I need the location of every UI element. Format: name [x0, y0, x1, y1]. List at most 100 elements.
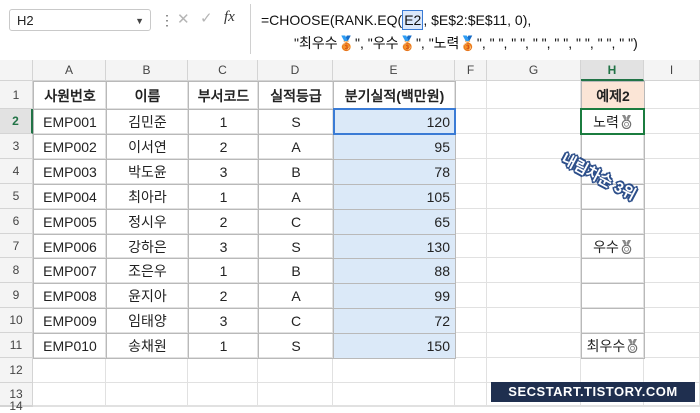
row-header-14[interactable]: 14	[0, 400, 33, 412]
table-cell[interactable]: 임태양	[106, 308, 189, 334]
grid-cell[interactable]	[644, 184, 700, 209]
table-cell[interactable]: EMP008	[33, 283, 107, 309]
grid-cell[interactable]	[455, 209, 487, 234]
row-header-1[interactable]: 1	[0, 81, 33, 109]
table-cell[interactable]: 2	[188, 209, 259, 235]
grid-cell[interactable]	[258, 358, 333, 383]
insert-function-icon[interactable]: fx	[224, 9, 235, 26]
grid-cell[interactable]	[487, 184, 581, 209]
table-cell[interactable]: 정시우	[106, 209, 189, 235]
row-header-8[interactable]: 8	[0, 258, 33, 283]
grid-cell[interactable]	[581, 406, 644, 407]
grid-cell[interactable]	[33, 358, 106, 383]
check-icon[interactable]: ✓	[200, 9, 213, 27]
table-cell[interactable]: 2	[188, 134, 259, 160]
column-header-a[interactable]: A	[33, 60, 106, 81]
row-header-9[interactable]: 9	[0, 283, 33, 308]
table-cell[interactable]: EMP001	[33, 109, 107, 135]
grid-cell[interactable]	[487, 234, 581, 258]
result-cell[interactable]: 우수	[581, 234, 645, 259]
grid-cell[interactable]	[644, 308, 700, 333]
grid-cell[interactable]	[188, 383, 258, 406]
grid-cell[interactable]	[644, 134, 700, 159]
grid-cell[interactable]	[644, 109, 700, 134]
grid-cell[interactable]	[487, 109, 581, 134]
table-cell[interactable]: 1	[188, 109, 259, 135]
grid-cell[interactable]	[644, 406, 700, 407]
name-box[interactable]: H2 ▼	[9, 9, 151, 31]
column-header-i[interactable]: I	[644, 60, 700, 81]
row-header-10[interactable]: 10	[0, 308, 33, 333]
grid-cell[interactable]	[455, 358, 487, 383]
grid-cell[interactable]	[455, 258, 487, 283]
grid-cell[interactable]	[455, 234, 487, 258]
table-cell[interactable]: 72	[333, 308, 456, 334]
row-header-7[interactable]: 7	[0, 234, 33, 258]
result-cell[interactable]	[581, 258, 645, 284]
grid-cell[interactable]	[644, 209, 700, 234]
table-cell[interactable]: 박도윤	[106, 159, 189, 185]
grid-cell[interactable]	[487, 81, 581, 109]
table-cell[interactable]: 이서연	[106, 134, 189, 160]
table-cell[interactable]: 130	[333, 234, 456, 259]
row-header-12[interactable]: 12	[0, 358, 33, 383]
column-header-f[interactable]: F	[455, 60, 487, 81]
grid-cell[interactable]	[455, 159, 487, 184]
table-cell[interactable]: S	[258, 109, 334, 135]
table-cell[interactable]: EMP010	[33, 333, 107, 359]
close-icon[interactable]: ✕	[177, 10, 190, 28]
row-header-11[interactable]: 11	[0, 333, 33, 358]
grid-cell[interactable]	[455, 383, 487, 406]
grid-cell[interactable]	[455, 109, 487, 134]
grid-cell[interactable]	[487, 308, 581, 333]
grid-cell[interactable]	[581, 358, 644, 383]
table-cell[interactable]: 김민준	[106, 109, 189, 135]
table-cell[interactable]: 78	[333, 159, 456, 185]
grid-cell[interactable]	[455, 333, 487, 358]
table-cell[interactable]: 88	[333, 258, 456, 284]
grid-cell[interactable]	[487, 258, 581, 283]
grid-cell[interactable]	[644, 258, 700, 283]
table-cell[interactable]: B	[258, 159, 334, 185]
grid-cell[interactable]	[188, 406, 258, 407]
result-cell[interactable]	[581, 134, 645, 160]
table-cell[interactable]: 조은우	[106, 258, 189, 284]
result-cell[interactable]	[581, 209, 645, 235]
active-cell-border[interactable]	[580, 108, 645, 135]
table-cell[interactable]: 송채원	[106, 333, 189, 359]
grid-cell[interactable]	[33, 406, 106, 407]
column-header-b[interactable]: B	[106, 60, 188, 81]
table-cell[interactable]: EMP007	[33, 258, 107, 284]
grid-cell[interactable]	[188, 358, 258, 383]
table-cell[interactable]: EMP006	[33, 234, 107, 259]
select-all-corner[interactable]	[0, 60, 33, 81]
grid-cell[interactable]	[644, 283, 700, 308]
grid-cell[interactable]	[487, 283, 581, 308]
table-cell[interactable]: 150	[333, 333, 456, 359]
result-cell[interactable]: 최우수	[581, 333, 645, 359]
grid-cell[interactable]	[455, 283, 487, 308]
table-cell[interactable]: A	[258, 134, 334, 160]
grid-cell[interactable]	[106, 406, 188, 407]
grid-cell[interactable]	[455, 308, 487, 333]
row-header-6[interactable]: 6	[0, 209, 33, 234]
column-header-d[interactable]: D	[258, 60, 333, 81]
table-cell[interactable]: 95	[333, 134, 456, 160]
grid-cell[interactable]	[106, 383, 188, 406]
table-cell[interactable]: 1	[188, 333, 259, 359]
table-cell[interactable]: 강하은	[106, 234, 189, 259]
grid-cell[interactable]	[333, 406, 455, 407]
table-cell[interactable]: A	[258, 283, 334, 309]
result-cell[interactable]	[581, 283, 645, 309]
table-cell[interactable]: A	[258, 184, 334, 210]
row-header-2[interactable]: 2	[0, 109, 33, 134]
table-cell[interactable]: 65	[333, 209, 456, 235]
table-cell[interactable]: EMP009	[33, 308, 107, 334]
grid-cell[interactable]	[333, 358, 455, 383]
grid-cell[interactable]	[455, 184, 487, 209]
table-cell[interactable]: S	[258, 333, 334, 359]
grid-cell[interactable]	[258, 406, 333, 407]
grid-cell[interactable]	[455, 81, 487, 109]
column-header-c[interactable]: C	[188, 60, 258, 81]
table-cell[interactable]: C	[258, 209, 334, 235]
